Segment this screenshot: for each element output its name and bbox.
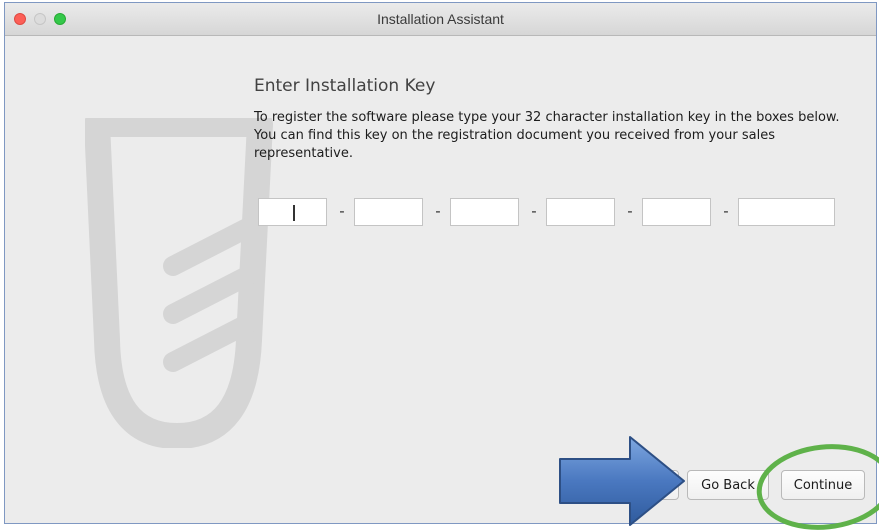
- key-separator: -: [531, 202, 537, 220]
- installation-key-fields: - - - - -: [258, 198, 838, 228]
- title-bar[interactable]: Installation Assistant: [5, 3, 876, 36]
- key-segment-4[interactable]: [546, 198, 615, 226]
- installer-window: Installation Assistant Enter Installatio…: [4, 2, 877, 524]
- key-segment-3-input[interactable]: [451, 199, 518, 225]
- key-segment-4-input[interactable]: [547, 199, 614, 225]
- key-segment-2[interactable]: [354, 198, 423, 226]
- key-segment-3[interactable]: [450, 198, 519, 226]
- key-separator: -: [723, 202, 729, 220]
- tube-logo-icon: [85, 118, 273, 448]
- highlight-circle-icon: [756, 444, 879, 530]
- key-segment-6[interactable]: [738, 198, 835, 226]
- key-segment-1[interactable]: [258, 198, 327, 226]
- window-title: Installation Assistant: [377, 11, 504, 27]
- key-separator: -: [627, 202, 633, 220]
- text-cursor: [293, 205, 295, 221]
- instructions-text: To register the software please type you…: [254, 110, 840, 161]
- key-separator: -: [435, 202, 441, 220]
- key-segment-5[interactable]: [642, 198, 711, 226]
- key-segment-6-input[interactable]: [739, 199, 834, 225]
- page-heading: Enter Installation Key: [254, 76, 436, 96]
- annotation-arrow-icon: [559, 436, 685, 526]
- key-segment-2-input[interactable]: [355, 199, 422, 225]
- key-segment-5-input[interactable]: [643, 199, 710, 225]
- key-separator: -: [339, 202, 345, 220]
